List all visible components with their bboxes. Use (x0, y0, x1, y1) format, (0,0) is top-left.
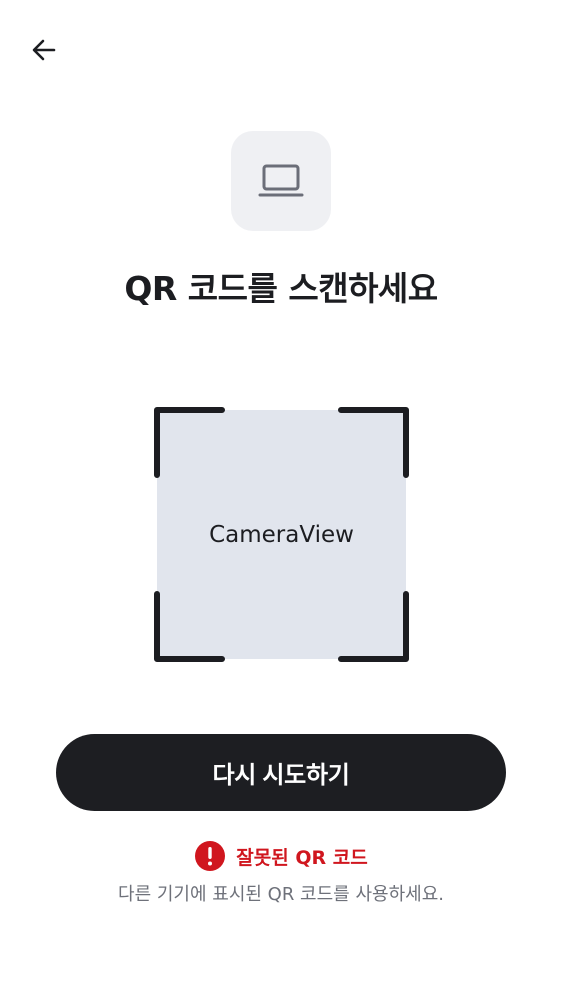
qr-scan-screen: QR 코드를 스캔하세요 CameraView 다시 시도하기 잘못된 QR 코… (0, 0, 562, 1000)
error-message: 잘못된 QR 코드 (0, 839, 562, 873)
error-title: 잘못된 QR 코드 (236, 846, 368, 869)
back-button[interactable] (22, 30, 66, 70)
corner-bottom-left (154, 591, 225, 662)
exclamation-circle-icon (195, 841, 226, 871)
laptop-icon (258, 164, 304, 197)
corner-top-left (154, 407, 225, 478)
retry-button[interactable]: 다시 시도하기 (56, 734, 506, 811)
device-tile (231, 131, 331, 231)
scan-frame-corners (154, 407, 409, 662)
page-title: QR 코드를 스캔하세요 (124, 269, 438, 308)
arrow-left-icon (32, 39, 56, 61)
qr-scanner: CameraView (154, 407, 409, 662)
corner-bottom-right (338, 591, 409, 662)
error-description: 다른 기기에 표시된 QR 코드를 사용하세요. (118, 884, 444, 905)
corner-top-right (338, 407, 409, 478)
